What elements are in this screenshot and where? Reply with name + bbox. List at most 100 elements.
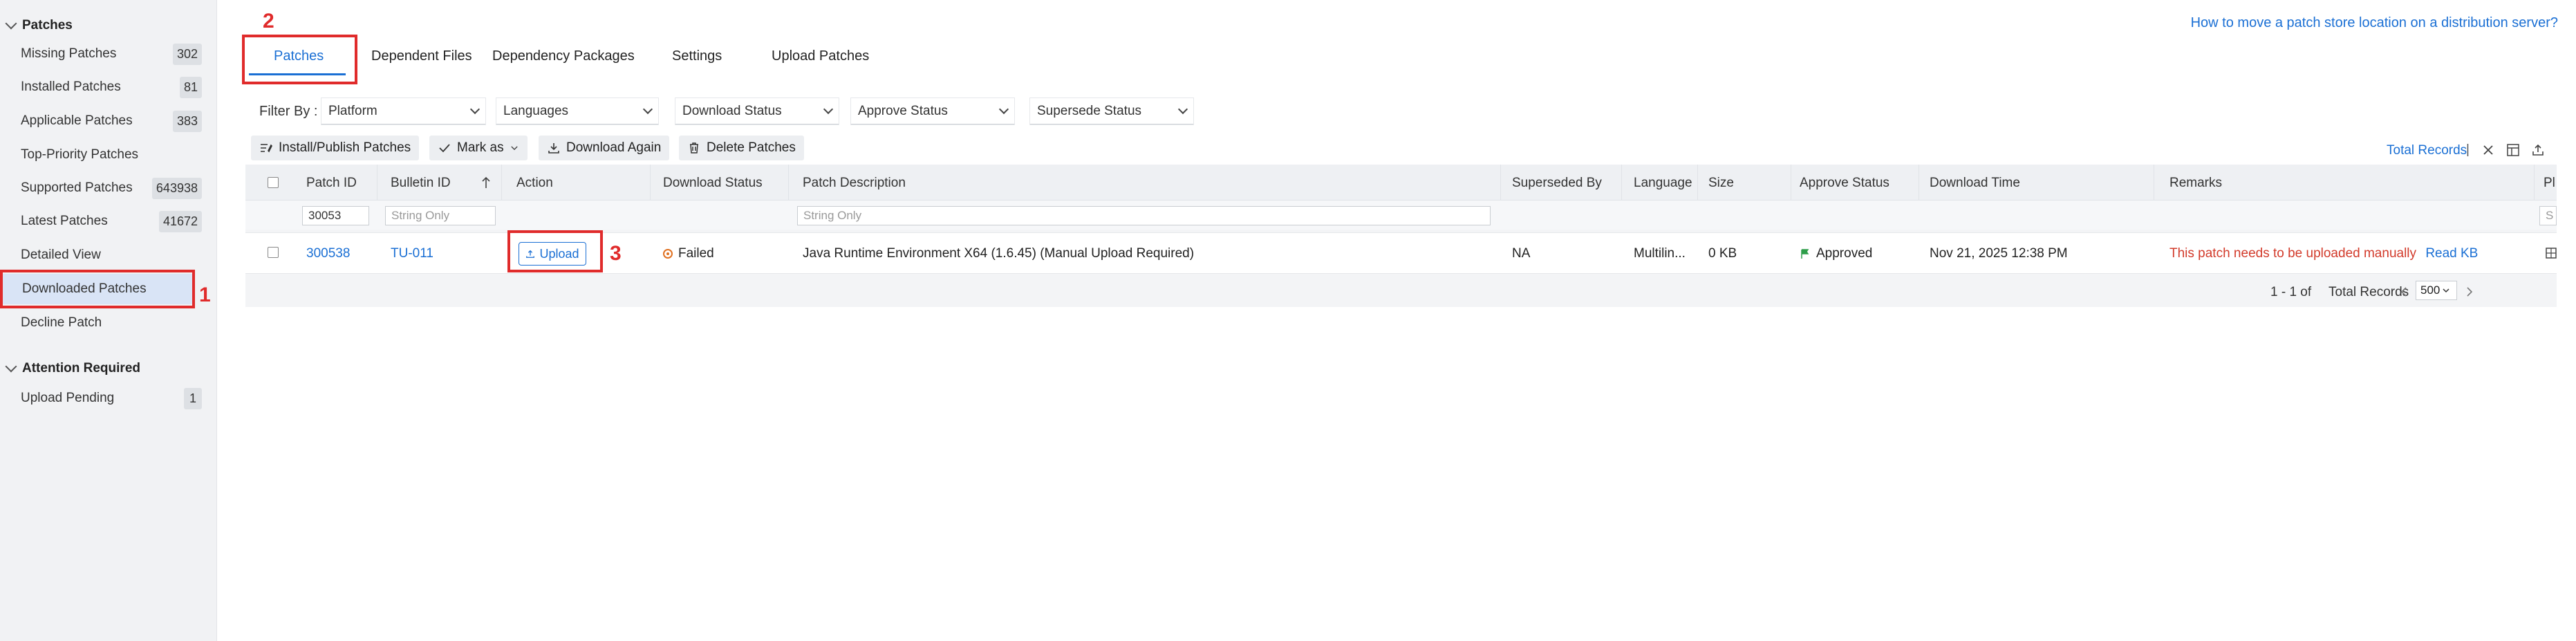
- column-divider: [1621, 165, 1622, 201]
- download-status-dropdown[interactable]: Download Status: [675, 98, 839, 124]
- superseded-by-cell: NA: [1512, 246, 1531, 261]
- download-time-cell: Nov 21, 2025 12:38 PM: [1930, 246, 2068, 261]
- header-size[interactable]: Size: [1708, 176, 1734, 191]
- column-divider: [1697, 165, 1698, 201]
- count-badge: 643938: [151, 177, 202, 199]
- sidebar-item-decline-patch[interactable]: Decline Patch: [0, 308, 205, 338]
- sidebar-item-top-priority-patches[interactable]: Top-Priority Patches: [0, 140, 205, 170]
- column-chooser-icon[interactable]: [2505, 142, 2521, 158]
- count-badge: 383: [172, 110, 202, 132]
- sidebar-item-latest-patches[interactable]: Latest Patches 41672: [0, 206, 205, 236]
- section-attention-label: Attention Required: [22, 361, 140, 375]
- description-filter-input[interactable]: String Only: [797, 206, 1491, 225]
- delete-patches-label: Delete Patches: [707, 140, 796, 155]
- column-divider: [1500, 165, 1501, 201]
- table-filter-row: 30053 String Only String Only S: [245, 201, 2557, 230]
- patch-id-link[interactable]: 300538: [306, 246, 350, 261]
- chevron-down-icon: [998, 104, 1009, 115]
- platform-icon: [2546, 248, 2557, 259]
- mark-as-button[interactable]: Mark as: [429, 136, 528, 160]
- chevron-down-icon: [469, 104, 480, 115]
- tab-upload-patches[interactable]: Upload Patches: [772, 48, 869, 64]
- tab-settings[interactable]: Settings: [672, 48, 722, 64]
- approve-status-dropdown-value: Approve Status: [858, 103, 948, 118]
- header-platform[interactable]: Pl: [2544, 176, 2555, 191]
- header-language[interactable]: Language: [1634, 176, 1692, 191]
- total-records-link[interactable]: Total Records: [2387, 143, 2467, 158]
- header-superseded-by[interactable]: Superseded By: [1512, 176, 1602, 191]
- chevron-down-icon: [642, 104, 653, 115]
- annotation-box-3: [507, 230, 603, 272]
- header-patch-description[interactable]: Patch Description: [803, 176, 906, 191]
- header-download-status[interactable]: Download Status: [663, 176, 763, 191]
- sidebar-item-installed-patches[interactable]: Installed Patches 81: [0, 72, 205, 102]
- install-publish-label: Install/Publish Patches: [279, 140, 411, 155]
- platform-dropdown[interactable]: Platform: [321, 98, 485, 124]
- header-approve-status[interactable]: Approve Status: [1800, 176, 1889, 191]
- bulletin-id-filter-input[interactable]: String Only: [385, 206, 496, 225]
- pager-total-records-link[interactable]: Total Records: [2328, 285, 2409, 300]
- platform-filter-input[interactable]: S: [2539, 206, 2557, 225]
- column-divider: [788, 165, 789, 201]
- sort-up-icon[interactable]: [480, 176, 492, 189]
- bulletin-id-link[interactable]: TU-011: [391, 246, 433, 261]
- chevron-left-icon[interactable]: [2399, 286, 2409, 298]
- check-icon: [439, 144, 450, 153]
- trash-icon: [690, 142, 698, 154]
- header-patch-id[interactable]: Patch ID: [306, 176, 357, 191]
- sidebar-item-detailed-view[interactable]: Detailed View: [0, 240, 205, 270]
- tab-dependent-files[interactable]: Dependent Files: [371, 48, 472, 64]
- sidebar-item-supported-patches[interactable]: Supported Patches 643938: [0, 173, 205, 203]
- annotation-box-1: [0, 270, 195, 308]
- failed-status-icon: [663, 249, 673, 259]
- chevron-down-icon: [823, 104, 834, 115]
- section-patches[interactable]: Patches: [0, 17, 73, 33]
- count-badge: 302: [172, 43, 202, 65]
- download-again-label: Download Again: [566, 140, 662, 155]
- sidebar-item-missing-patches[interactable]: Missing Patches 302: [0, 39, 205, 69]
- header-bulletin-id[interactable]: Bulletin ID: [391, 176, 451, 191]
- row-checkbox[interactable]: [268, 247, 279, 258]
- remarks-text: This patch needs to be uploaded manually: [2169, 246, 2417, 261]
- delete-patches-button[interactable]: Delete Patches: [679, 136, 804, 160]
- count-badge: 1: [184, 387, 202, 409]
- approve-status-text: Approved: [1816, 246, 1873, 261]
- help-link[interactable]: How to move a patch store location on a …: [2191, 15, 2558, 31]
- sidebar-item-label: Supported Patches: [21, 180, 133, 195]
- languages-dropdown[interactable]: Languages: [496, 98, 658, 124]
- patch-id-filter-input[interactable]: 30053: [302, 206, 369, 225]
- download-icon: [548, 143, 559, 154]
- sidebar-item-label: Applicable Patches: [21, 113, 133, 128]
- page-size-select[interactable]: 500: [2416, 281, 2457, 300]
- page-size-value: 500: [2420, 284, 2440, 297]
- section-patches-label: Patches: [22, 18, 73, 32]
- sidebar-item-upload-pending[interactable]: Upload Pending 1: [0, 383, 205, 414]
- header-remarks[interactable]: Remarks: [2169, 176, 2222, 191]
- column-divider: [650, 165, 651, 201]
- export-icon[interactable]: [2530, 142, 2546, 158]
- select-all-checkbox[interactable]: [268, 177, 279, 188]
- count-badge: 41672: [158, 210, 202, 232]
- header-download-time[interactable]: Download Time: [1930, 176, 2020, 191]
- column-divider: [2534, 165, 2535, 201]
- table-header: Patch ID Bulletin ID Action Download Sta…: [245, 165, 2557, 201]
- chevron-down-icon: [2443, 288, 2449, 293]
- sidebar-item-label: Latest Patches: [21, 214, 108, 228]
- column-divider: [501, 165, 502, 201]
- chevron-down-icon: [5, 360, 17, 373]
- install-publish-button[interactable]: Install/Publish Patches: [251, 136, 420, 160]
- read-kb-link[interactable]: Read KB: [2425, 246, 2478, 261]
- tab-patches[interactable]: Patches: [274, 48, 324, 64]
- clear-filter-icon[interactable]: [2481, 142, 2496, 158]
- download-again-button[interactable]: Download Again: [539, 136, 670, 160]
- language-cell: Multilin...: [1634, 246, 1686, 261]
- remarks-cell: This patch needs to be uploaded manually…: [2169, 246, 2478, 261]
- approve-status-dropdown[interactable]: Approve Status: [851, 98, 1014, 124]
- supersede-status-dropdown[interactable]: Supersede Status: [1030, 98, 1193, 124]
- sidebar-item-applicable-patches[interactable]: Applicable Patches 383: [0, 106, 205, 136]
- mark-as-label: Mark as: [457, 140, 504, 155]
- tab-dependency-packages[interactable]: Dependency Packages: [492, 48, 635, 64]
- chevron-right-icon[interactable]: [2465, 286, 2474, 298]
- section-attention-required[interactable]: Attention Required: [0, 360, 140, 376]
- separator: |: [2466, 142, 2470, 157]
